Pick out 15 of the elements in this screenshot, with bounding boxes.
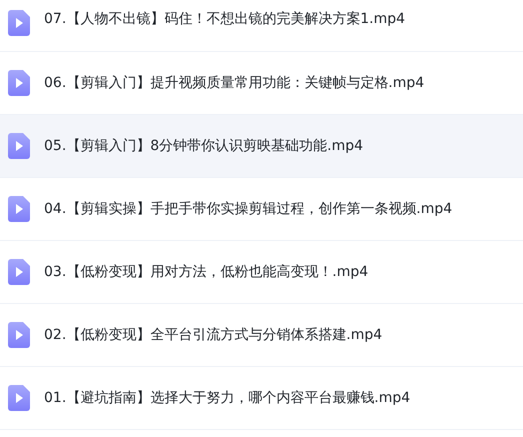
file-name: 06.【剪辑入门】提升视频质量常用功能：关键帧与定格.mp4 — [44, 74, 424, 92]
video-file-icon — [8, 259, 30, 285]
file-name: 04.【剪辑实操】手把手带你实操剪辑过程，创作第一条视频.mp4 — [44, 200, 452, 218]
file-name: 02.【低粉变现】全平台引流方式与分销体系搭建.mp4 — [44, 326, 382, 344]
video-file-icon — [8, 10, 30, 36]
file-name: 07.【人物不出镜】码住！不想出镜的完美解决方案1.mp4 — [44, 10, 406, 28]
video-file-icon — [8, 322, 30, 348]
file-row[interactable]: 05.【剪辑入门】8分钟带你认识剪映基础功能.mp4 — [0, 115, 523, 178]
file-name: 01.【避坑指南】选择大于努力，哪个内容平台最赚钱.mp4 — [44, 389, 410, 407]
video-file-icon — [8, 196, 30, 222]
file-name: 03.【低粉变现】用对方法，低粉也能高变现！.mp4 — [44, 263, 368, 281]
video-file-icon — [8, 133, 30, 159]
video-file-icon — [8, 70, 30, 96]
video-file-icon — [8, 385, 30, 411]
file-name: 05.【剪辑入门】8分钟带你认识剪映基础功能.mp4 — [44, 137, 364, 155]
